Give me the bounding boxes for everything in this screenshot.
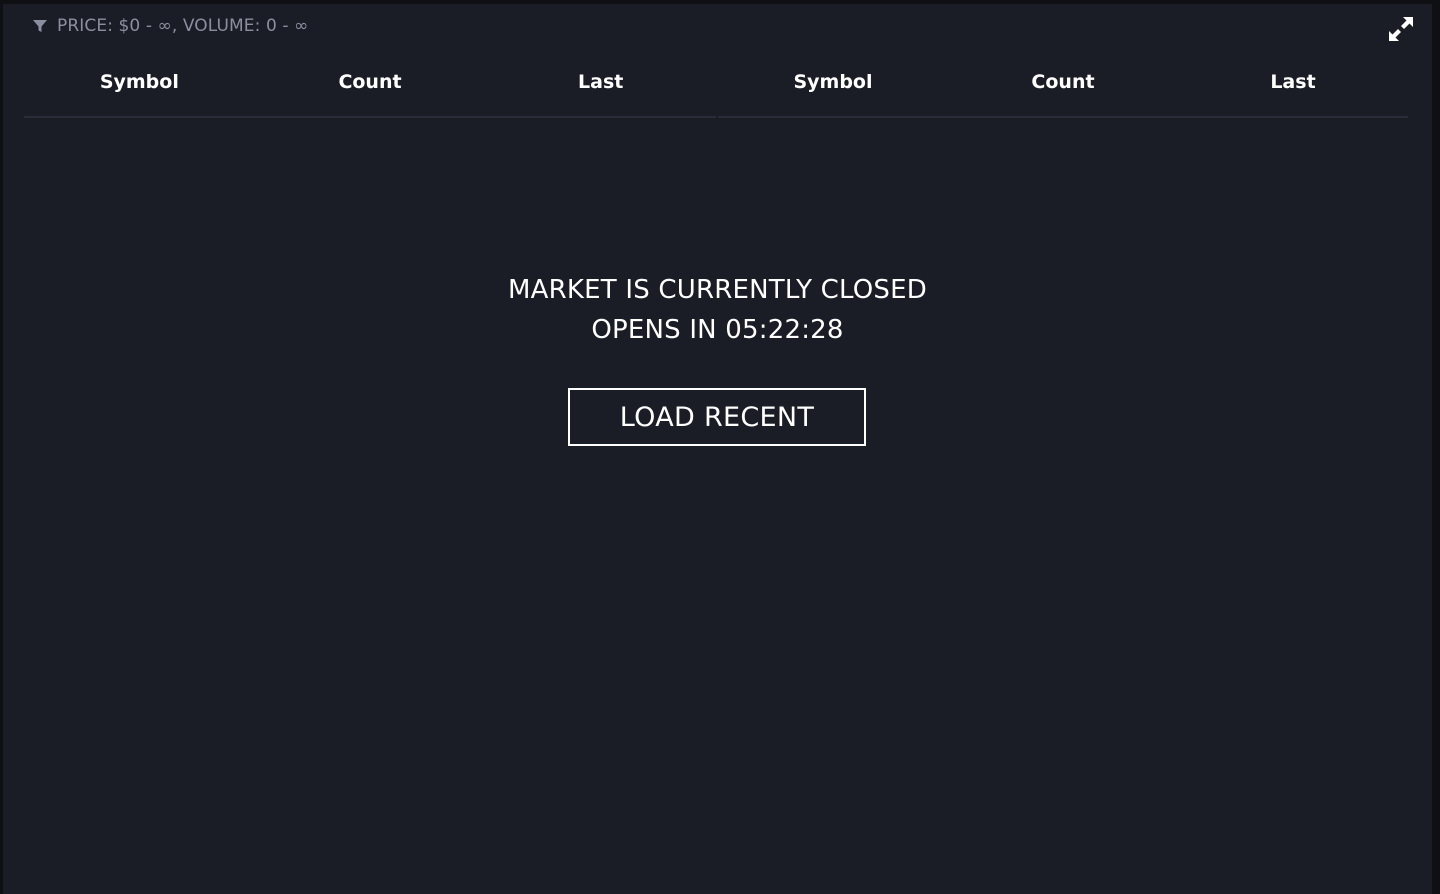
column-header-count[interactable]: Count [948,58,1178,116]
filter-label: PRICE: $0 - ∞, VOLUME: 0 - ∞ [57,16,309,36]
table-header-right: Symbol Count Last [718,58,1408,118]
column-header-count[interactable]: Count [255,58,486,116]
column-header-last[interactable]: Last [1178,58,1408,116]
expand-icon [1389,17,1413,41]
load-recent-button[interactable]: LOAD RECENT [568,388,866,446]
market-status-message: MARKET IS CURRENTLY CLOSED OPENS IN 05:2… [3,270,1432,350]
app-frame: PRICE: $0 - ∞, VOLUME: 0 - ∞ Symbol Coun… [0,0,1440,894]
expand-button[interactable] [1386,14,1416,44]
column-header-symbol[interactable]: Symbol [718,58,948,116]
column-header-symbol[interactable]: Symbol [24,58,255,116]
column-header-last[interactable]: Last [485,58,716,116]
opens-in-countdown: OPENS IN 05:22:28 [591,315,844,345]
table-header-left: Symbol Count Last [24,58,716,118]
filter-icon [33,20,47,32]
filter-summary[interactable]: PRICE: $0 - ∞, VOLUME: 0 - ∞ [33,14,308,38]
unusual-volume-panel: PRICE: $0 - ∞, VOLUME: 0 - ∞ Symbol Coun… [3,4,1432,894]
market-closed-text: MARKET IS CURRENTLY CLOSED [508,275,927,305]
